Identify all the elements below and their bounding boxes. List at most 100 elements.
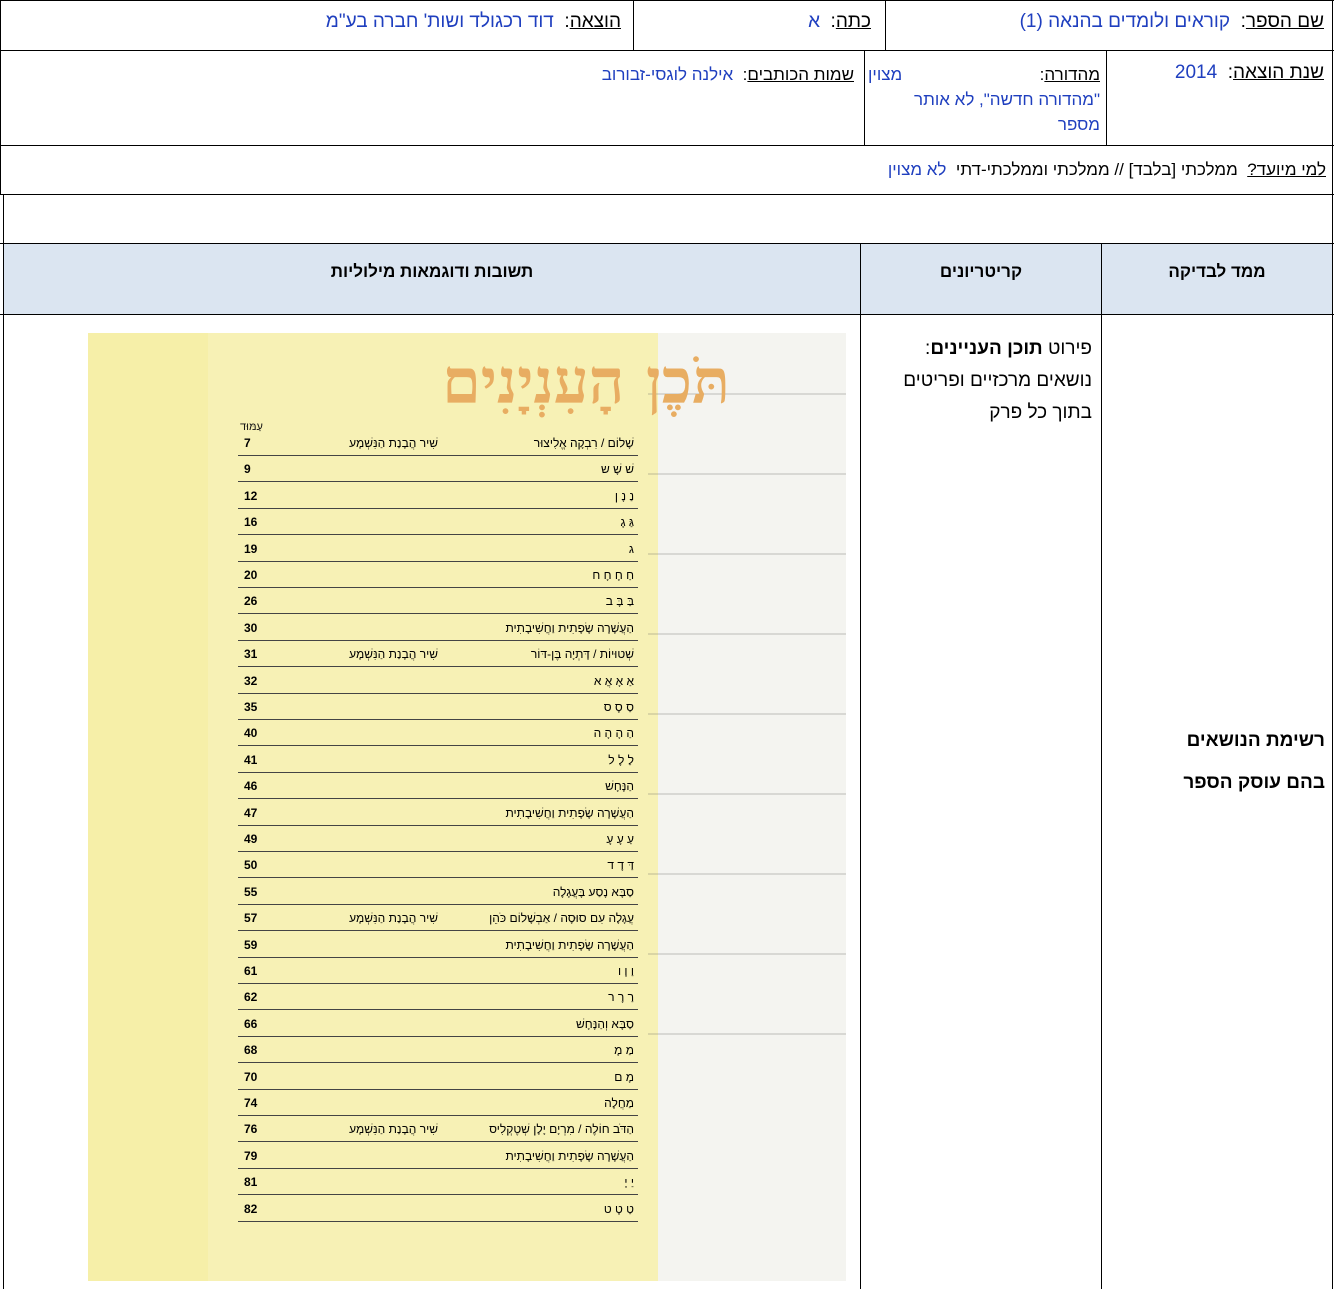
- toc-page-number: 12: [244, 488, 258, 503]
- grade-value: א: [808, 11, 820, 32]
- toc-entry-text: יַ יָ: [624, 1175, 634, 1190]
- toc-entry-text: וַ וָ ו: [617, 964, 634, 978]
- grade-label: כתה: [835, 11, 871, 32]
- toc-entry-text: הַ הָ הָ ה: [593, 726, 634, 741]
- border-row1: [0, 50, 1334, 51]
- publisher-value: דוד רכגולד ושות' חברה בע"מ: [325, 11, 554, 32]
- col-divider-d: [864, 50, 865, 145]
- toc-row: 47 הַעֲשָׁרָה שָׂפָתִית וַחֲשִׁיבָתִית: [238, 803, 638, 826]
- toc-row: 16 גַּ גָ: [238, 512, 638, 536]
- toc-row: 30 הַעֲשָׁרָה שָׂפָתִית וַחֲשִׁיבָתִית: [238, 618, 638, 641]
- toc-row: 20 חַ חָ חָ ח: [238, 565, 638, 588]
- toc-entry-text: לַ לָ ל: [608, 752, 634, 767]
- toc-row: 26 בַּ בָּ ב: [238, 591, 638, 615]
- toc-page-number: 30: [244, 620, 258, 635]
- toc-page-number: 32: [244, 673, 258, 688]
- toc-entry-text: שָׁלוֹם / רִבְקָה אֱלִיצוּר: [533, 436, 634, 450]
- toc-row: 79 הַעֲשָׁרָה שָׂפָתִית וַחֲשִׁיבָתִית: [238, 1146, 638, 1169]
- toc-page-number: 55: [244, 884, 258, 899]
- toc-page-number: 74: [244, 1096, 258, 1110]
- toc-page-number: 7: [244, 436, 251, 450]
- audience-value: לא מצוין: [887, 160, 947, 179]
- toc-entry-text: טַ טָ ט: [603, 1201, 634, 1216]
- toc-page-number: 66: [244, 1016, 258, 1031]
- toc-page-number: 81: [244, 1175, 258, 1190]
- toc-row: 12 נַ נָ ן: [238, 486, 638, 509]
- toc-entry-tag: שִׁיר הֲבָנַת הַנִּשְׁמָע: [349, 1122, 438, 1137]
- criteria-bold: תוכן העניינים: [930, 338, 1043, 359]
- toc-page-number: 61: [244, 964, 258, 978]
- toc-row: 9 שׁ שָׁ ש: [238, 459, 638, 483]
- toc-page-number: 62: [244, 990, 258, 1005]
- toc-entry-text: הַעֲשָׁרָה שָׂפָתִית וַחֲשִׁיבָתִית: [505, 1148, 634, 1163]
- publisher-label: הוצאה: [569, 11, 621, 32]
- toc-entry-text: מַחֲלָה: [604, 1096, 634, 1110]
- toc-row: 49 עַ עָ עָ: [238, 829, 638, 852]
- year-value: 2014: [1174, 62, 1218, 83]
- border-top: [0, 0, 1334, 1]
- toc-entry-text: סַבָּא וְהַנָּחָשׁ: [576, 1016, 634, 1031]
- col-divider-c: [1106, 50, 1107, 145]
- toc-entry-text: הַעֲשָׁרָה שָׂפָתִית וַחֲשִׁיבָתִית: [505, 805, 634, 820]
- toc-row: 59 הַעֲשָׁרָה שָׂפָתִית וַחֲשִׁיבָתִית: [238, 935, 638, 958]
- toc-entry-text: סַבָּא נָסַע בָּעֲגָלָה: [552, 884, 634, 899]
- toc-page-number: 76: [244, 1122, 258, 1137]
- toc-row: 66 סַבָּא וְהַנָּחָשׁ: [238, 1014, 638, 1037]
- toc-entry-text: ג: [628, 541, 634, 556]
- toc-row: 55 סַבָּא נָסַע בָּעֲגָלָה: [238, 882, 638, 905]
- scan-paper-right: [658, 333, 846, 1281]
- toc-entry-text: סַ סָ ס: [603, 700, 634, 714]
- toc-page-number: 26: [244, 594, 258, 609]
- toc-entry-text: גַּ גָ: [620, 515, 634, 530]
- toc-row: 76 הַדֹּב חוֹלֶה / מִרְיָם יָלָן שְׁטֶקְל…: [238, 1119, 638, 1143]
- toc-page-number: 47: [244, 805, 258, 820]
- col-divider-f: [860, 243, 861, 1289]
- toc-page-number: 68: [244, 1043, 258, 1058]
- authors-label: שמות הכותבים: [747, 65, 854, 84]
- toc-page-header: עַמּוּד: [240, 421, 263, 433]
- dimension-line-1: רשימת הנושאים: [1186, 730, 1325, 751]
- year-label: שנת הוצאה: [1233, 62, 1324, 83]
- book-name-label: שם הספר: [1245, 11, 1324, 32]
- edition-cell: מהדורה: מצוין "מהדורה חדשה", לא אותר מספ…: [868, 62, 1100, 137]
- toc-entry-text: עֲגָלָה עִם סוּסָה / אַבְשָׁלוֹם כֹּהֵן: [489, 911, 634, 926]
- toc-scan-image: תֹּכֶן הָעִנְיָנִים עַמּוּד 7 שָׁלוֹם / ר…: [88, 333, 846, 1281]
- header-criteria: קריטריונים: [861, 244, 1101, 314]
- authors-value: אילנה לוגסי-זבורוב: [601, 65, 734, 84]
- scan-yellow-left: [88, 333, 208, 1281]
- border-left: [0, 0, 1, 194]
- toc-entry-text: שְׁטוּיוֹת / דָּתְיָה בֶּן-דּוֹר: [530, 647, 634, 662]
- toc-entry-text: עַ עָ עָ: [606, 832, 634, 846]
- toc-page-number: 20: [244, 568, 258, 582]
- toc-row: 68 מַ מָ: [238, 1040, 638, 1064]
- toc-entry-text: הַנָּחָשׁ: [605, 779, 634, 794]
- toc-row: 82 טַ טָ ט: [238, 1199, 638, 1222]
- toc-page-number: 16: [244, 515, 258, 530]
- audience-text: ממלכתי [בלבד] // ממלכתי וממלכתי-דתי: [955, 160, 1238, 179]
- toc-entry-text: נַ נָ ן: [614, 488, 634, 503]
- edition-value-2: "מהדורה חדשה", לא אותר מספר: [914, 90, 1100, 134]
- evaluation-form: שם הספר: קוראים ולומדים בהנאה (1) כתה: א…: [0, 0, 1334, 1289]
- edition-label: מהדורה: [1044, 65, 1100, 84]
- toc-page-number: 59: [244, 937, 258, 952]
- publisher-cell: הוצאה: דוד רכגולד ושות' חברה בע"מ: [325, 11, 621, 32]
- col-divider-a: [885, 0, 886, 50]
- header-dimension: ממד לבדיקה: [1102, 244, 1332, 314]
- toc-page-number: 19: [244, 541, 258, 556]
- toc-page-number: 79: [244, 1148, 258, 1163]
- toc-row: 7 שָׁלוֹם / רִבְקָה אֱלִיצוּר שִׁיר הֲבָנַ…: [238, 433, 638, 456]
- border-right: [1332, 0, 1333, 1289]
- toc-page-number: 49: [244, 832, 258, 846]
- toc-row: 35 סַ סָ ס: [238, 697, 638, 720]
- edition-value-1: מצוין: [868, 65, 903, 84]
- border-left-lower: [3, 194, 4, 243]
- toc-row: 74 מַחֲלָה: [238, 1093, 638, 1116]
- toc-entry-text: רַ רָ ר: [608, 990, 634, 1005]
- toc-page-number: 9: [244, 462, 251, 477]
- toc-row: 32 אַ אָ אֲ א: [238, 671, 638, 694]
- border-row2: [0, 145, 1334, 146]
- criteria-rest: נושאים מרכזיים ופריטים בתוך כל פרק: [903, 370, 1092, 423]
- toc-entry-tag: שִׁיר הֲבָנַת הַנִּשְׁמָע: [349, 911, 438, 926]
- dimension-line-2: בהם עוסק הספר: [1183, 772, 1325, 793]
- toc-page-number: 57: [244, 911, 258, 926]
